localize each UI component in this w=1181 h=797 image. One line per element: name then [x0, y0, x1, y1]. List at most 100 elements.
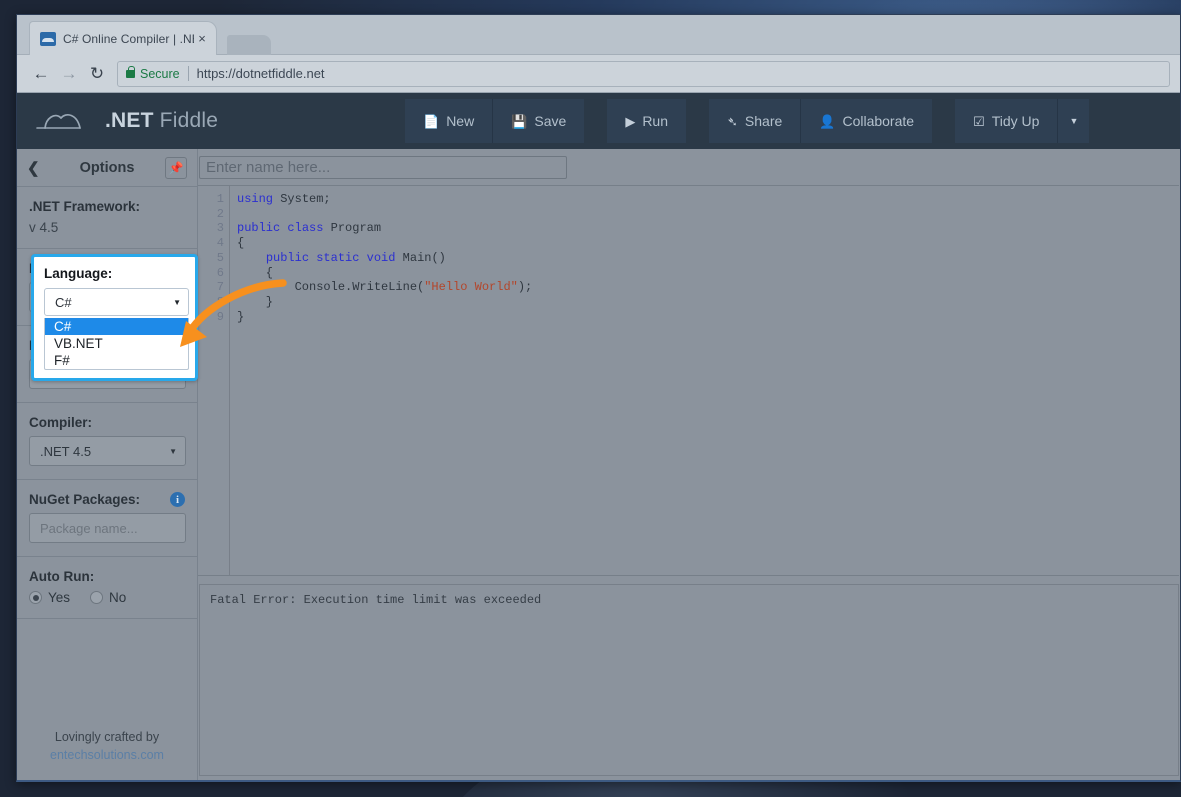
- app-header: .NET Fiddle 📄 New 💾 Save: [17, 93, 1180, 149]
- nuget-label-row: NuGet Packages: i: [29, 492, 185, 507]
- nuget-package-placeholder: Package name...: [40, 521, 138, 536]
- auto-run-label: Auto Run:: [29, 569, 185, 584]
- address-bar-url: https://dotnetfiddle.net: [197, 66, 325, 81]
- tidy-up-button-label: Tidy Up: [992, 113, 1040, 129]
- toolbar-group-file: 📄 New 💾 Save: [405, 99, 584, 143]
- app-toolbar: 📄 New 💾 Save ▶ Run: [405, 99, 1112, 143]
- check-square-icon: ☑: [973, 115, 985, 128]
- collaborate-button[interactable]: 👤 Collaborate: [800, 99, 932, 143]
- chevron-left-icon[interactable]: ❮: [27, 159, 49, 177]
- dotnetfiddle-favicon-icon: [40, 32, 56, 46]
- auto-run-yes-radio[interactable]: Yes: [29, 590, 70, 605]
- auto-run-radio-group: Yes No: [29, 590, 185, 605]
- language-select-value: C#: [55, 295, 72, 310]
- tidy-up-button[interactable]: ☑ Tidy Up: [955, 99, 1057, 143]
- reload-icon[interactable]: ↻: [83, 60, 111, 88]
- run-button-label: Run: [642, 113, 668, 129]
- dotnetfiddle-logo-icon: [35, 109, 93, 133]
- section-nuget: NuGet Packages: i Package name...: [17, 480, 197, 557]
- fiddle-name-placeholder: Enter name here...: [206, 159, 330, 176]
- language-highlight-callout: Language: C# ▼ C# VB.NET F#: [31, 254, 198, 381]
- info-icon[interactable]: i: [170, 492, 185, 507]
- language-option-csharp[interactable]: C#: [45, 318, 188, 335]
- options-title: Options: [49, 160, 165, 176]
- address-bar[interactable]: Secure https://dotnetfiddle.net: [117, 61, 1170, 87]
- editor-code[interactable]: using System; public class Program { pub…: [230, 186, 1179, 575]
- save-button-label: Save: [534, 113, 566, 129]
- credits: Lovingly crafted by entechsolutions.com: [17, 728, 197, 782]
- radio-dot-icon: [29, 591, 42, 604]
- options-sidebar: ❮ Options 📌 .NET Framework: v 4.5 Langua…: [17, 149, 198, 782]
- brand-title: .NET Fiddle: [105, 109, 218, 133]
- pin-icon[interactable]: 📌: [165, 157, 187, 179]
- auto-run-no-radio[interactable]: No: [90, 590, 126, 605]
- new-tab-button[interactable]: [227, 35, 271, 55]
- toolbar-group-tidy: ☑ Tidy Up ▼: [955, 99, 1089, 143]
- browser-tab-active[interactable]: C# Online Compiler | .NE ×: [29, 21, 217, 55]
- options-header: ❮ Options 📌: [17, 149, 197, 187]
- close-icon[interactable]: ×: [194, 31, 210, 46]
- desktop-background: C# Online Compiler | .NE × ← → ↻ Secure …: [0, 0, 1181, 797]
- browser-window: C# Online Compiler | .NE × ← → ↻ Secure …: [16, 14, 1181, 782]
- file-icon: 📄: [423, 115, 439, 128]
- share-button-label: Share: [745, 113, 782, 129]
- new-button[interactable]: 📄 New: [405, 99, 492, 143]
- back-icon[interactable]: ←: [27, 60, 55, 88]
- auto-run-no-label: No: [109, 590, 126, 605]
- sidebar-spacer: [17, 619, 197, 728]
- language-options-list: C# VB.NET F#: [44, 318, 189, 370]
- web-page: .NET Fiddle 📄 New 💾 Save: [17, 93, 1180, 782]
- compiler-label: Compiler:: [29, 415, 185, 430]
- brand-title-suffix: Fiddle: [154, 109, 218, 132]
- editor-line-numbers: 1 2 3 4 5 6 7 8 9: [198, 186, 230, 575]
- section-compiler: Compiler: .NET 4.5 ▼: [17, 403, 197, 480]
- brand[interactable]: .NET Fiddle: [35, 109, 405, 133]
- save-button[interactable]: 💾 Save: [492, 99, 584, 143]
- fiddle-name-input[interactable]: Enter name here...: [199, 156, 567, 179]
- lock-icon: [126, 70, 135, 78]
- fiddle-name-row: Enter name here...: [198, 149, 1180, 185]
- new-button-label: New: [446, 113, 474, 129]
- language-option-vbnet[interactable]: VB.NET: [45, 335, 188, 352]
- nuget-label: NuGet Packages:: [29, 492, 140, 507]
- credits-text: Lovingly crafted by: [17, 728, 197, 746]
- omnibox-divider: [188, 66, 189, 81]
- share-icon: ➴: [727, 115, 738, 128]
- section-framework: .NET Framework: v 4.5: [17, 187, 197, 249]
- auto-run-yes-label: Yes: [48, 590, 70, 605]
- tidy-up-dropdown-button[interactable]: ▼: [1057, 99, 1089, 143]
- radio-dot-icon: [90, 591, 103, 604]
- console-output-text: Fatal Error: Execution time limit was ex…: [210, 593, 541, 607]
- chevron-down-icon: ▼: [173, 298, 181, 307]
- credits-link[interactable]: entechsolutions.com: [17, 746, 197, 764]
- run-button[interactable]: ▶ Run: [607, 99, 686, 143]
- nuget-package-input[interactable]: Package name...: [29, 513, 186, 543]
- forward-icon[interactable]: →: [55, 60, 83, 88]
- page-body: ❮ Options 📌 .NET Framework: v 4.5 Langua…: [17, 149, 1180, 782]
- section-auto-run: Auto Run: Yes No: [17, 557, 197, 619]
- floppy-disk-icon: 💾: [511, 115, 527, 128]
- framework-label: .NET Framework:: [29, 199, 185, 214]
- compiler-select[interactable]: .NET 4.5 ▼: [29, 436, 186, 466]
- brand-title-prefix: .NET: [105, 109, 154, 132]
- browser-navbar: ← → ↻ Secure https://dotnetfiddle.net: [17, 55, 1180, 93]
- chevron-down-icon: ▼: [169, 447, 177, 456]
- chevron-down-icon: ▼: [1069, 117, 1078, 126]
- user-icon: 👤: [819, 115, 835, 128]
- play-icon: ▶: [625, 115, 635, 128]
- framework-value: v 4.5: [29, 220, 185, 235]
- browser-tabstrip: C# Online Compiler | .NE ×: [17, 15, 1180, 55]
- share-button[interactable]: ➴ Share: [709, 99, 800, 143]
- language-option-fsharp[interactable]: F#: [45, 352, 188, 369]
- toolbar-group-run: ▶ Run: [607, 99, 686, 143]
- secure-label: Secure: [140, 67, 180, 81]
- browser-tab-title: C# Online Compiler | .NE: [63, 32, 194, 46]
- collaborate-button-label: Collaborate: [842, 113, 914, 129]
- main-content: Enter name here... 1 2 3 4 5 6 7 8 9 usi…: [198, 149, 1180, 782]
- language-label: Language:: [44, 266, 185, 281]
- language-select[interactable]: C# ▼: [44, 288, 189, 316]
- code-editor[interactable]: 1 2 3 4 5 6 7 8 9 using System; public c…: [198, 185, 1179, 576]
- compiler-value: .NET 4.5: [40, 444, 91, 459]
- output-console: Fatal Error: Execution time limit was ex…: [199, 584, 1179, 776]
- toolbar-group-collab: ➴ Share 👤 Collaborate: [709, 99, 932, 143]
